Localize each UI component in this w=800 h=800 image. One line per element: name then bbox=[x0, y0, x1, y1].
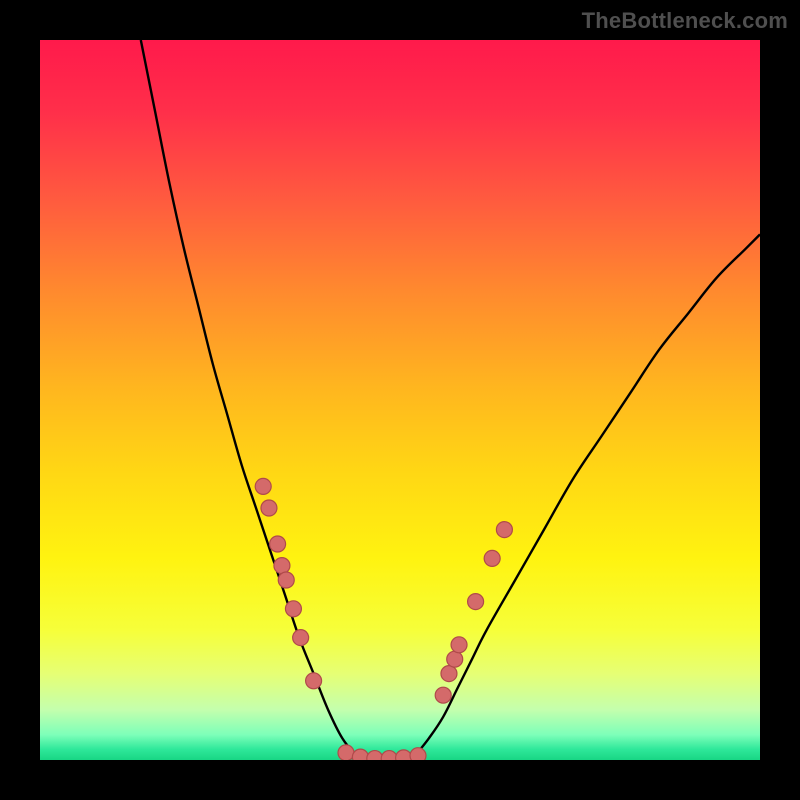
marker-dot bbox=[451, 637, 467, 653]
left-curve bbox=[141, 40, 357, 756]
right-curve bbox=[414, 234, 760, 756]
markers-right bbox=[435, 522, 512, 704]
marker-dot bbox=[255, 478, 271, 494]
marker-dot bbox=[270, 536, 286, 552]
marker-dot bbox=[410, 748, 426, 760]
markers-bottom bbox=[338, 745, 426, 760]
chart-svg bbox=[40, 40, 760, 760]
outer-frame: TheBottleneck.com bbox=[0, 0, 800, 800]
marker-dot bbox=[468, 594, 484, 610]
marker-dot bbox=[441, 666, 457, 682]
marker-dot bbox=[293, 630, 309, 646]
marker-dot bbox=[435, 687, 451, 703]
marker-dot bbox=[367, 751, 383, 760]
marker-dot bbox=[306, 673, 322, 689]
marker-dot bbox=[447, 651, 463, 667]
marker-dot bbox=[285, 601, 301, 617]
marker-dot bbox=[352, 749, 368, 760]
watermark-text: TheBottleneck.com bbox=[582, 8, 788, 34]
markers-left bbox=[255, 478, 321, 688]
marker-dot bbox=[278, 572, 294, 588]
marker-dot bbox=[484, 550, 500, 566]
marker-dot bbox=[396, 750, 412, 760]
marker-dot bbox=[381, 751, 397, 760]
marker-dot bbox=[496, 522, 512, 538]
marker-dot bbox=[338, 745, 354, 760]
marker-dot bbox=[261, 500, 277, 516]
marker-dot bbox=[274, 558, 290, 574]
plot-area bbox=[40, 40, 760, 760]
